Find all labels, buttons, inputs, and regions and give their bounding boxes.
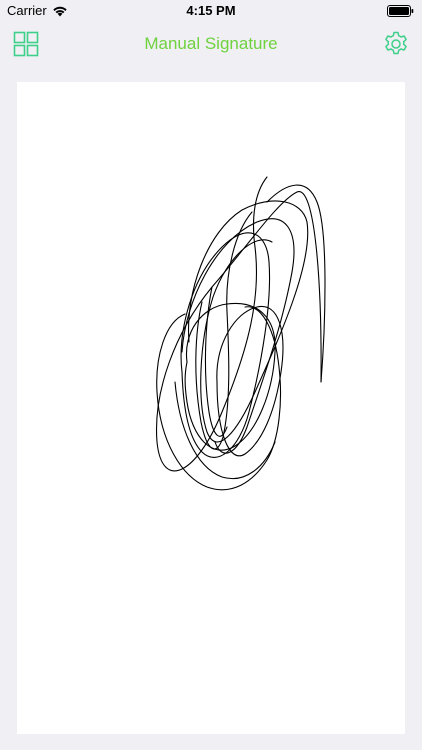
signature-canvas[interactable] [17, 82, 405, 734]
grid-icon [13, 31, 39, 57]
grid-menu-button[interactable] [13, 31, 39, 57]
battery-icon [387, 5, 414, 17]
status-bar: Carrier 4:15 PM [0, 0, 422, 22]
status-time: 4:15 PM [186, 3, 236, 18]
signature-drawing [155, 176, 326, 491]
navigation-bar: Manual Signature [0, 22, 422, 66]
settings-button[interactable] [383, 31, 409, 57]
page-title: Manual Signature [144, 34, 278, 53]
gear-icon [385, 31, 407, 55]
